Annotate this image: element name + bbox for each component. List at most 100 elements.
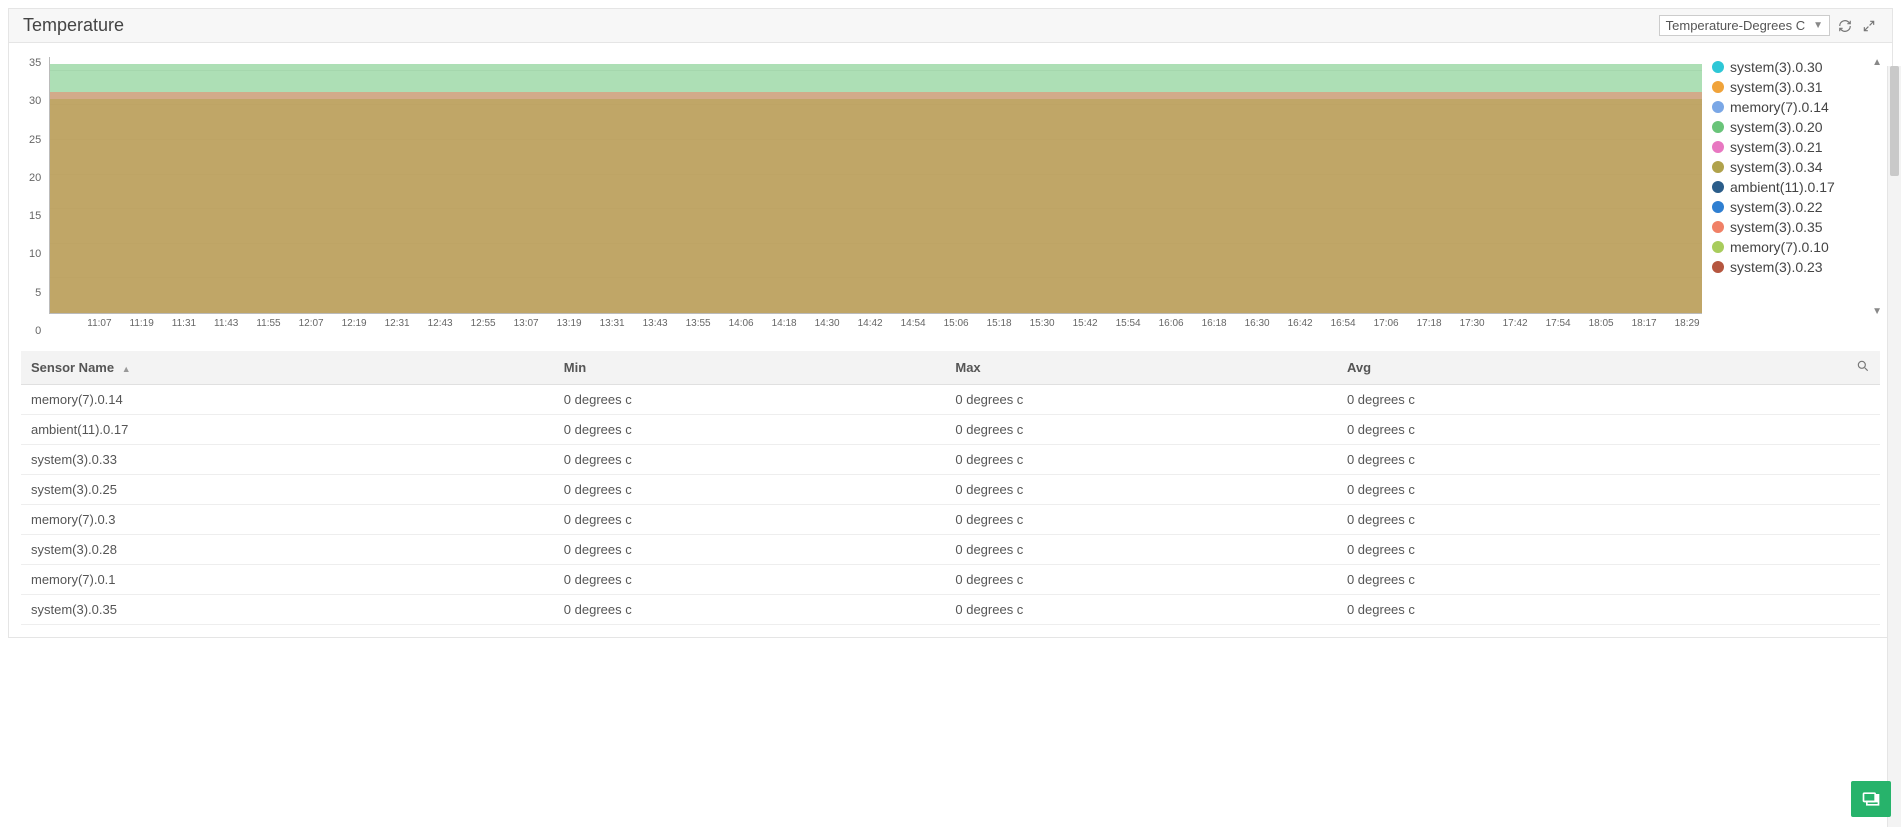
- table-row[interactable]: system(3).0.250 degrees c0 degrees c0 de…: [21, 475, 1880, 505]
- legend-scroll-down-icon[interactable]: ▼: [1872, 306, 1882, 317]
- chart-container: 35302520151050 11:0711:1911:3111:4311:55…: [9, 43, 1892, 343]
- x-tick: 18:29: [1675, 318, 1700, 329]
- cell-max: 0 degrees c: [945, 535, 1337, 565]
- legend-label: system(3).0.22: [1730, 199, 1823, 215]
- table-search[interactable]: [1729, 351, 1880, 385]
- legend-item[interactable]: system(3).0.22: [1712, 197, 1876, 217]
- x-tick: 13:19: [557, 318, 582, 329]
- panel-actions: Temperature-Degrees C ▼: [1659, 15, 1878, 36]
- x-tick: 11:43: [214, 318, 238, 329]
- cell-min: 0 degrees c: [554, 535, 946, 565]
- x-tick: 11:31: [172, 318, 196, 329]
- unit-dropdown[interactable]: Temperature-Degrees C ▼: [1659, 15, 1830, 36]
- y-tick: 35: [29, 57, 41, 69]
- legend-color-dot: [1712, 221, 1724, 233]
- x-tick: 13:55: [686, 318, 711, 329]
- legend-item[interactable]: system(3).0.31: [1712, 77, 1876, 97]
- x-tick: 15:42: [1073, 318, 1098, 329]
- col-sensor-name[interactable]: Sensor Name ▲: [21, 351, 554, 385]
- cell-min: 0 degrees c: [554, 445, 946, 475]
- table-row[interactable]: ambient(11).0.170 degrees c0 degrees c0 …: [21, 415, 1880, 445]
- cell-empty: [1729, 505, 1880, 535]
- legend-item[interactable]: memory(7).0.10: [1712, 237, 1876, 257]
- col-max-label: Max: [955, 360, 980, 375]
- cell-max: 0 degrees c: [945, 445, 1337, 475]
- cell-empty: [1729, 415, 1880, 445]
- col-min[interactable]: Min: [554, 351, 946, 385]
- refresh-icon: [1838, 19, 1852, 33]
- cell-min: 0 degrees c: [554, 415, 946, 445]
- x-tick: 14:18: [772, 318, 797, 329]
- col-max[interactable]: Max: [945, 351, 1337, 385]
- chart-x-axis: 11:0711:1911:3111:4311:5512:0712:1912:31…: [85, 314, 1702, 337]
- cell-min: 0 degrees c: [554, 385, 946, 415]
- table-row[interactable]: system(3).0.350 degrees c0 degrees c0 de…: [21, 595, 1880, 625]
- x-tick: 12:55: [471, 318, 496, 329]
- x-tick: 18:05: [1589, 318, 1614, 329]
- sort-asc-icon: ▲: [122, 364, 131, 374]
- legend-color-dot: [1712, 161, 1724, 173]
- cell-sensor: memory(7).0.14: [21, 385, 554, 415]
- page-scrollbar-thumb[interactable]: [1890, 66, 1899, 176]
- cell-empty: [1729, 595, 1880, 625]
- table-row[interactable]: system(3).0.280 degrees c0 degrees c0 de…: [21, 535, 1880, 565]
- legend-item[interactable]: system(3).0.20: [1712, 117, 1876, 137]
- x-tick: 17:06: [1374, 318, 1399, 329]
- x-tick: 14:30: [815, 318, 840, 329]
- chevron-down-icon: ▼: [1813, 20, 1823, 31]
- chat-fab[interactable]: [1851, 781, 1891, 817]
- cell-sensor: system(3).0.33: [21, 445, 554, 475]
- cell-empty: [1729, 445, 1880, 475]
- expand-button[interactable]: [1860, 17, 1878, 35]
- cell-avg: 0 degrees c: [1337, 595, 1729, 625]
- x-tick: 11:55: [256, 318, 280, 329]
- cell-max: 0 degrees c: [945, 385, 1337, 415]
- temperature-panel: Temperature Temperature-Degrees C ▼ 3530…: [8, 8, 1893, 638]
- cell-sensor: system(3).0.28: [21, 535, 554, 565]
- cell-min: 0 degrees c: [554, 565, 946, 595]
- x-tick: 12:43: [428, 318, 453, 329]
- legend-scroll-up-icon[interactable]: ▲: [1872, 57, 1882, 68]
- legend-item[interactable]: system(3).0.30: [1712, 57, 1876, 77]
- cell-empty: [1729, 565, 1880, 595]
- table-row[interactable]: memory(7).0.140 degrees c0 degrees c0 de…: [21, 385, 1880, 415]
- chart-series-area: [50, 99, 1702, 313]
- legend-item[interactable]: ambient(11).0.17: [1712, 177, 1876, 197]
- legend-color-dot: [1712, 181, 1724, 193]
- y-tick: 5: [35, 287, 41, 299]
- legend-color-dot: [1712, 81, 1724, 93]
- legend-item[interactable]: system(3).0.34: [1712, 157, 1876, 177]
- legend-item[interactable]: system(3).0.23: [1712, 257, 1876, 277]
- table-row[interactable]: memory(7).0.10 degrees c0 degrees c0 deg…: [21, 565, 1880, 595]
- col-avg[interactable]: Avg: [1337, 351, 1729, 385]
- x-tick: 16:54: [1331, 318, 1356, 329]
- cell-avg: 0 degrees c: [1337, 535, 1729, 565]
- x-tick: 16:30: [1245, 318, 1270, 329]
- legend-item[interactable]: system(3).0.21: [1712, 137, 1876, 157]
- cell-min: 0 degrees c: [554, 595, 946, 625]
- x-tick: 14:54: [901, 318, 926, 329]
- expand-icon: [1862, 19, 1876, 33]
- chart-plot[interactable]: [49, 57, 1702, 314]
- table-row[interactable]: system(3).0.330 degrees c0 degrees c0 de…: [21, 445, 1880, 475]
- panel-title: Temperature: [23, 15, 124, 36]
- unit-dropdown-label: Temperature-Degrees C: [1666, 18, 1805, 33]
- legend-label: system(3).0.35: [1730, 219, 1823, 235]
- x-tick: 13:07: [514, 318, 539, 329]
- table-row[interactable]: memory(7).0.30 degrees c0 degrees c0 deg…: [21, 505, 1880, 535]
- legend-item[interactable]: memory(7).0.14: [1712, 97, 1876, 117]
- x-tick: 18:17: [1632, 318, 1657, 329]
- refresh-button[interactable]: [1836, 17, 1854, 35]
- search-icon: [1856, 359, 1870, 373]
- cell-sensor: system(3).0.35: [21, 595, 554, 625]
- x-tick: 11:19: [130, 318, 154, 329]
- legend-label: memory(7).0.10: [1730, 239, 1829, 255]
- cell-avg: 0 degrees c: [1337, 385, 1729, 415]
- x-tick: 15:30: [1030, 318, 1055, 329]
- legend-item[interactable]: system(3).0.35: [1712, 217, 1876, 237]
- chart-legend[interactable]: ▲ ▼ system(3).0.30system(3).0.31memory(7…: [1712, 57, 1882, 317]
- x-tick: 14:42: [858, 318, 883, 329]
- page-scrollbar[interactable]: [1887, 66, 1901, 827]
- y-tick: 25: [29, 134, 41, 146]
- col-min-label: Min: [564, 360, 586, 375]
